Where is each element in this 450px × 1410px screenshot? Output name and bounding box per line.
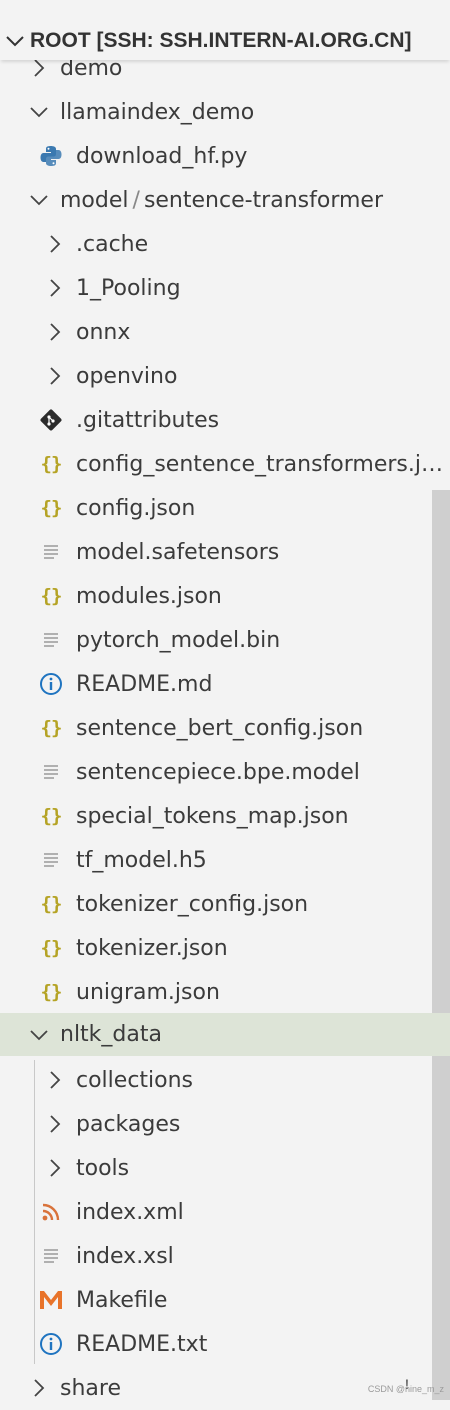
tree-file-special-tokens-map-json[interactable]: {} special_tokens_map.json: [0, 794, 450, 838]
json-icon: {}: [40, 981, 63, 1003]
chevron-right-icon: [28, 1377, 50, 1399]
tree-folder-cache[interactable]: .cache: [0, 222, 450, 266]
tree-item-label: nltk_data: [60, 1022, 162, 1047]
tree-item-label: model / sentence-transformer: [60, 188, 383, 213]
text-file-icon: [37, 538, 65, 566]
tree-folder-collections[interactable]: collections: [0, 1058, 450, 1102]
root-label: ROOT [SSH: SSH.INTERN-AI.ORG.CN]: [30, 29, 412, 52]
tree-folder-llamaindex-demo[interactable]: llamaindex_demo: [0, 90, 450, 134]
chevron-right-icon: [28, 57, 50, 79]
tree-item-label: Makefile: [76, 1287, 168, 1313]
tree-file-readme-md[interactable]: README.md: [0, 662, 450, 706]
text-file-icon: [37, 626, 65, 654]
tree-folder-model-sentence-transformer[interactable]: model / sentence-transformer: [0, 178, 450, 222]
json-icon: {}: [40, 805, 63, 827]
makefile-icon: [37, 1286, 65, 1314]
tree-item-label: special_tokens_map.json: [76, 803, 349, 829]
chevron-right-icon: [44, 1113, 66, 1135]
tree-item-label: index.xml: [76, 1199, 184, 1225]
chevron-right-icon: [44, 277, 66, 299]
text-file-icon: [37, 846, 65, 874]
json-icon: {}: [40, 717, 63, 739]
chevron-down-icon: [28, 101, 50, 123]
tree-item-label: .gitattributes: [76, 407, 220, 433]
tree-item-label: unigram.json: [76, 979, 220, 1005]
json-icon: {}: [40, 937, 63, 959]
tree-file-gitattributes[interactable]: .gitattributes: [0, 398, 450, 442]
text-file-icon: [37, 1242, 65, 1270]
chevron-down-icon: [28, 189, 50, 211]
python-icon: [37, 142, 65, 170]
tree-item-label: tokenizer.json: [76, 935, 228, 961]
chevron-right-icon: [44, 365, 66, 387]
tree-item-label: config_sentence_transformers.json: [76, 451, 448, 477]
tree-file-config-json[interactable]: {} config.json: [0, 486, 450, 530]
tree-file-sentencepiece-bpe-model[interactable]: sentencepiece.bpe.model: [0, 750, 450, 794]
tree-item-label: llamaindex_demo: [60, 99, 255, 125]
tree-folder-packages[interactable]: packages: [0, 1102, 450, 1146]
tree-file-makefile[interactable]: Makefile: [0, 1278, 450, 1322]
chevron-right-icon: [44, 1069, 66, 1091]
chevron-right-icon: [44, 1157, 66, 1179]
tree-folder-onnx[interactable]: onnx: [0, 310, 450, 354]
tree-file-config-sentence-transformers-json[interactable]: {} config_sentence_transformers.json: [0, 442, 450, 486]
chevron-right-icon: [44, 321, 66, 343]
tree-item-label: sentence_bert_config.json: [76, 715, 364, 741]
tree-folder-1-pooling[interactable]: 1_Pooling: [0, 266, 450, 310]
tree-item-label: .cache: [76, 231, 149, 257]
tree-item-label: onnx: [76, 319, 131, 345]
tree-file-sentence-bert-config-json[interactable]: {} sentence_bert_config.json: [0, 706, 450, 750]
tree-file-index-xml[interactable]: index.xml: [0, 1190, 450, 1234]
tree-file-download-hf-py[interactable]: download_hf.py: [0, 134, 450, 178]
tree-file-pytorch-model-bin[interactable]: pytorch_model.bin: [0, 618, 450, 662]
tree-file-tokenizer-json[interactable]: {} tokenizer.json: [0, 926, 450, 970]
info-icon: [37, 1330, 65, 1358]
folder-name-sentence-transformer: sentence-transformer: [143, 187, 383, 213]
tree-item-label: tokenizer_config.json: [76, 891, 309, 917]
json-icon: {}: [40, 585, 63, 607]
rss-icon: [37, 1198, 65, 1226]
git-icon: [37, 406, 65, 434]
tree-item-label: openvino: [76, 363, 178, 389]
tree-item-label: README.md: [76, 671, 213, 697]
tree-item-label: sentencepiece.bpe.model: [76, 759, 360, 785]
tree-folder-tools[interactable]: tools: [0, 1146, 450, 1190]
text-file-icon: [37, 758, 65, 786]
explorer-root-header[interactable]: ROOT [SSH: SSH.INTERN-AI.ORG.CN]: [0, 22, 450, 60]
info-icon: [37, 670, 65, 698]
tree-file-unigram-json[interactable]: {} unigram.json: [0, 970, 450, 1014]
tree-file-readme-txt[interactable]: README.txt: [0, 1322, 450, 1366]
tree-item-label: model.safetensors: [76, 539, 280, 565]
tree-item-label: config.json: [76, 495, 196, 521]
tree-file-model-safetensors[interactable]: model.safetensors: [0, 530, 450, 574]
json-icon: {}: [40, 453, 63, 475]
tree-item-label: packages: [76, 1111, 181, 1137]
path-separator: /: [132, 187, 140, 213]
tree-item-label: pytorch_model.bin: [76, 627, 281, 653]
tree-file-tokenizer-config-json[interactable]: {} tokenizer_config.json: [0, 882, 450, 926]
tree-item-label: 1_Pooling: [76, 275, 181, 301]
json-icon: {}: [40, 893, 63, 915]
tree-item-label: collections: [76, 1067, 194, 1093]
chevron-down-icon: [28, 1024, 50, 1046]
tree-folder-nltk-data[interactable]: nltk_data: [0, 1013, 450, 1056]
watermark: CSDN @nine_m_z: [367, 1384, 444, 1394]
tree-file-tf-model-h5[interactable]: tf_model.h5: [0, 838, 450, 882]
tree-item-label: share: [60, 1375, 121, 1401]
tree-item-label: tf_model.h5: [76, 847, 207, 873]
tree-item-label: tools: [76, 1155, 130, 1181]
chevron-right-icon: [44, 233, 66, 255]
json-icon: {}: [40, 497, 63, 519]
tree-file-modules-json[interactable]: {} modules.json: [0, 574, 450, 618]
tree-item-label: modules.json: [76, 583, 222, 609]
chevron-down-icon: [0, 35, 30, 47]
folder-name-model: model: [60, 187, 129, 213]
tree-file-index-xsl[interactable]: index.xsl: [0, 1234, 450, 1278]
tree-item-label: index.xsl: [76, 1243, 174, 1269]
tree-folder-openvino[interactable]: openvino: [0, 354, 450, 398]
tree-item-label: download_hf.py: [76, 143, 248, 169]
tree-item-label: README.txt: [76, 1331, 208, 1357]
